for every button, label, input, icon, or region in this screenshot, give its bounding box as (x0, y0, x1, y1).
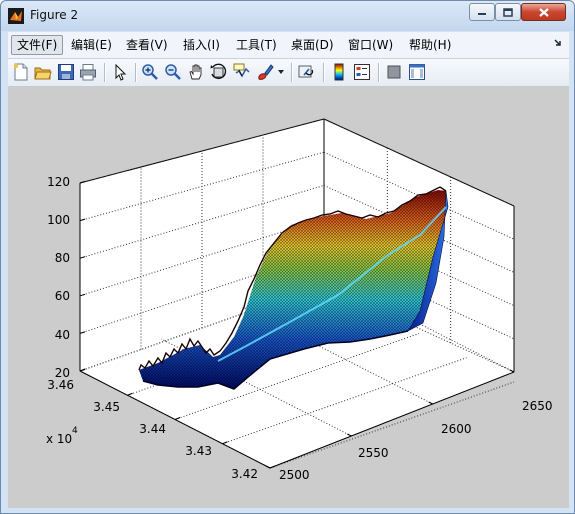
title-bar[interactable]: Figure 2 (1, 1, 574, 31)
x-tick-label: 2500 (279, 468, 310, 482)
brush-icon[interactable] (256, 63, 274, 81)
rotate-3d-icon[interactable] (210, 63, 228, 81)
menu-file[interactable]: 文件(F) (11, 35, 64, 55)
y-axis-multiplier-exponent: 4 (72, 426, 78, 436)
open-file-icon[interactable] (34, 63, 52, 81)
z-tick-label: 40 (55, 328, 70, 342)
toolbar-separator (135, 63, 137, 82)
y-tick-label: 3.44 (139, 422, 166, 436)
save-icon[interactable] (57, 63, 75, 81)
figure-window: Figure 2 文件(F) 编辑(E) 查看(V) 插入(I) 工具(T) 桌… (0, 0, 575, 514)
y-tick-label: 3.43 (185, 444, 212, 458)
menu-view[interactable]: 查看(V) (121, 35, 173, 55)
close-button[interactable] (521, 3, 566, 21)
menu-edit[interactable]: 编辑(E) (66, 35, 117, 55)
show-plot-tools-icon[interactable] (408, 63, 426, 81)
link-plot-icon[interactable] (298, 63, 316, 81)
brush-dropdown-icon[interactable] (278, 70, 284, 75)
toolbar-separator (104, 63, 106, 82)
minimize-icon (478, 13, 486, 15)
menu-insert[interactable]: 插入(I) (178, 35, 225, 55)
x-tick-label: 2550 (358, 446, 389, 460)
print-icon[interactable] (79, 63, 97, 81)
y-tick-label: 3.42 (231, 467, 258, 481)
new-figure-icon[interactable] (12, 63, 30, 81)
x-tick-label: 2600 (441, 422, 472, 436)
surface-plot[interactable]: 20 40 60 80 100 120 3.42 3.43 3.44 3.45 … (8, 87, 569, 508)
z-tick-label: 120 (47, 175, 70, 189)
matlab-logo-icon (8, 8, 24, 24)
figure-canvas[interactable]: 20 40 60 80 100 120 3.42 3.43 3.44 3.45 … (8, 87, 569, 508)
y-tick-label: 3.45 (93, 400, 120, 414)
toolbar-separator (291, 63, 293, 82)
legend-icon[interactable] (353, 63, 371, 81)
menu-desktop[interactable]: 桌面(D) (286, 35, 339, 55)
zoom-out-icon[interactable] (164, 63, 182, 81)
z-tick-label: 60 (55, 289, 70, 303)
menu-window[interactable]: 窗口(W) (343, 35, 398, 55)
pan-hand-icon[interactable] (187, 63, 205, 81)
menu-help[interactable]: 帮助(H) (404, 35, 456, 55)
data-cursor-icon[interactable] (233, 63, 251, 81)
colorbar-icon[interactable] (330, 63, 348, 81)
menu-tools[interactable]: 工具(T) (231, 35, 282, 55)
hide-plot-tools-icon[interactable] (385, 63, 403, 81)
dock-figure-icon[interactable] (553, 37, 563, 49)
toolbar-separator (323, 63, 325, 82)
z-tick-label: 100 (47, 213, 70, 227)
toolbar-separator (378, 63, 380, 82)
minimize-button[interactable] (469, 3, 495, 21)
y-axis-multiplier: x 10 (46, 432, 72, 446)
maximize-button[interactable] (495, 3, 521, 21)
x-tick-label: 2650 (522, 399, 553, 413)
y-tick-label: 3.46 (47, 378, 74, 392)
maximize-icon (503, 7, 513, 17)
figure-toolbar (8, 59, 569, 87)
menu-bar: 文件(F) 编辑(E) 查看(V) 插入(I) 工具(T) 桌面(D) 窗口(W… (8, 32, 569, 59)
z-tick-label: 80 (55, 251, 70, 265)
edit-plot-arrow-icon[interactable] (111, 63, 129, 81)
window-title: Figure 2 (30, 8, 79, 22)
zoom-in-icon[interactable] (141, 63, 159, 81)
close-icon (538, 7, 549, 17)
